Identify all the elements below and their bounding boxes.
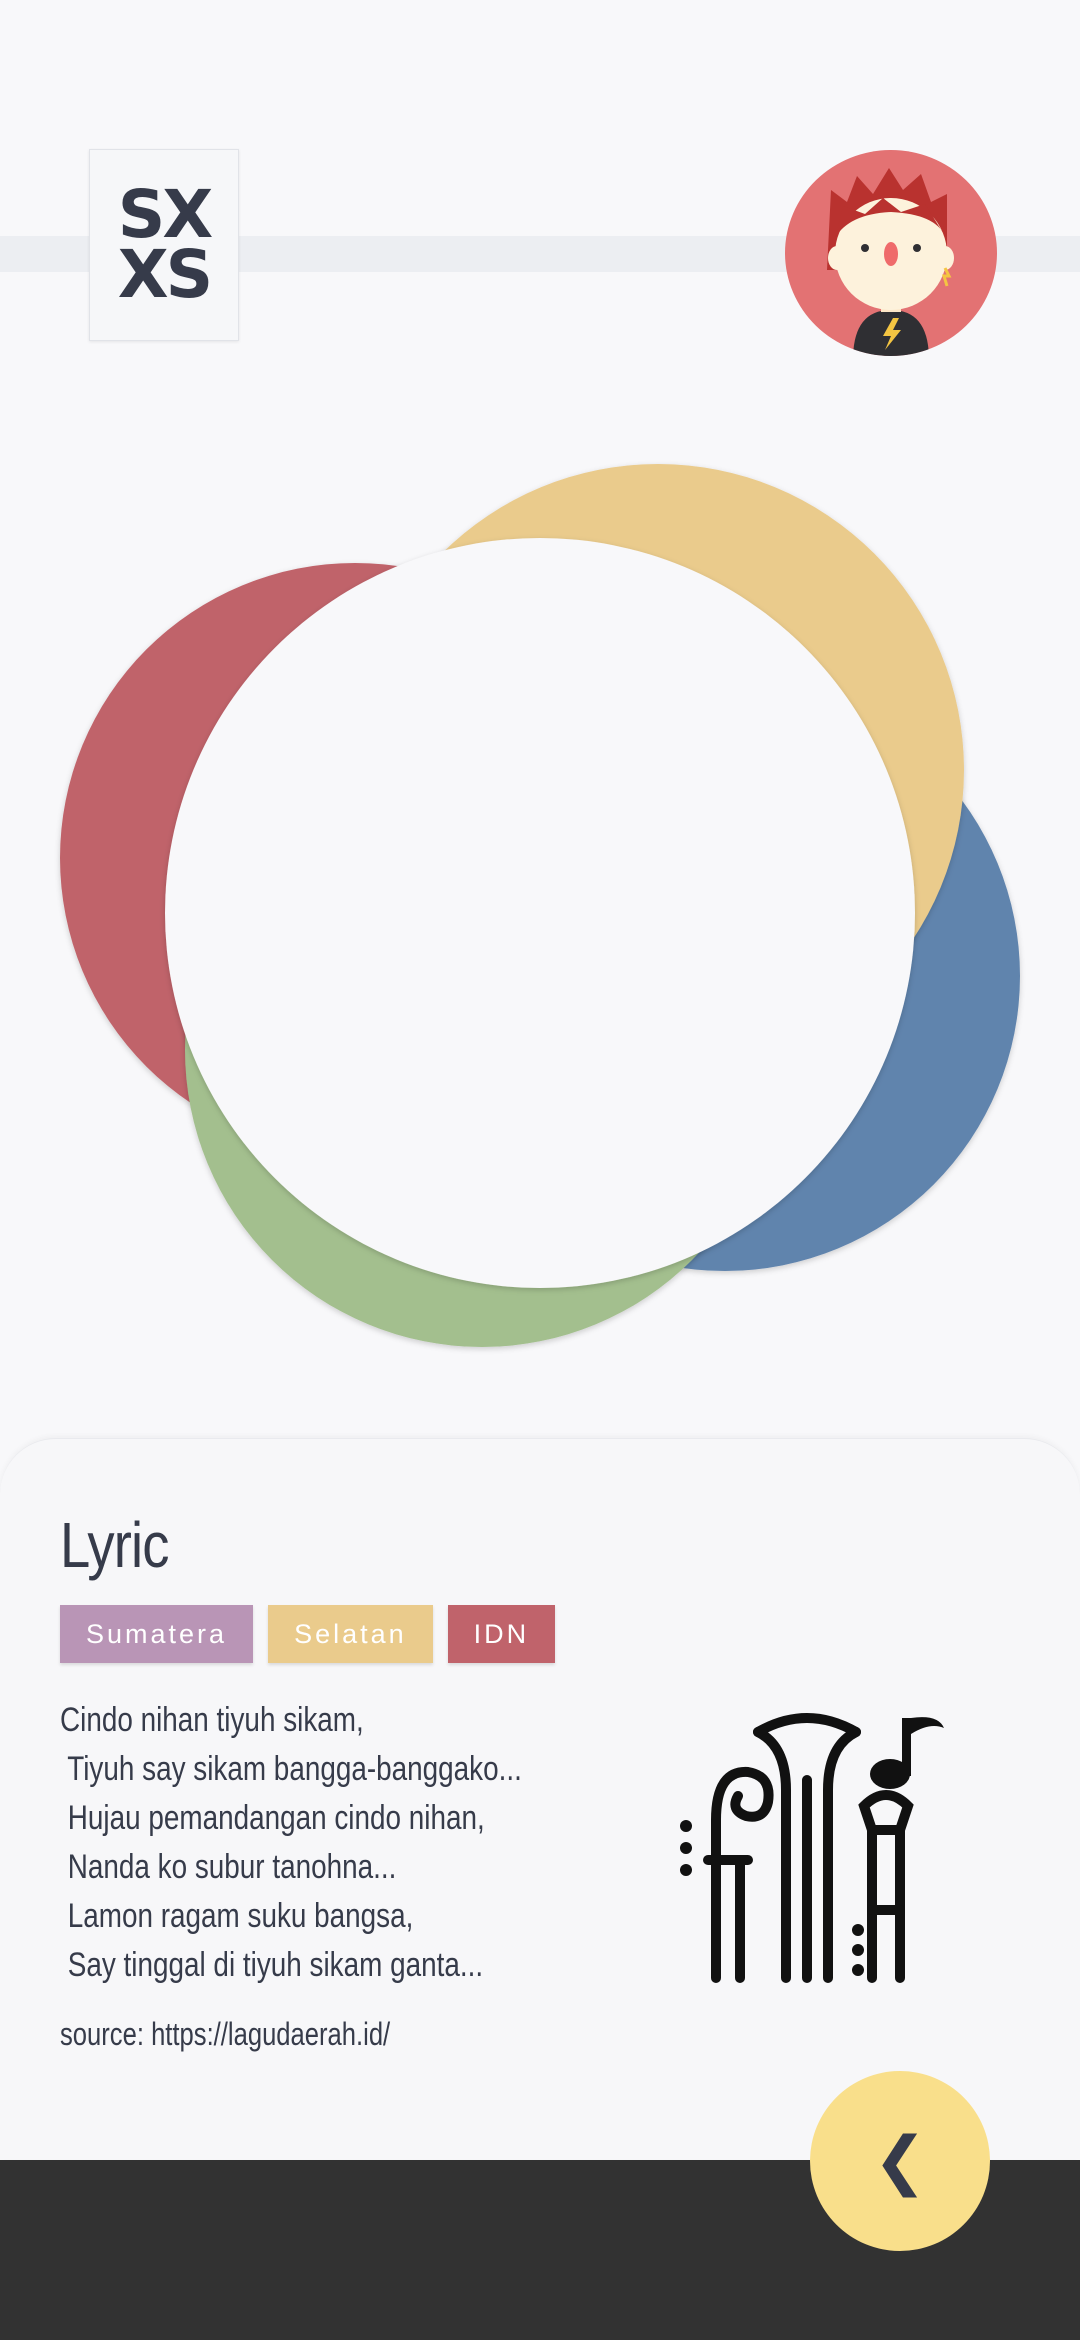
tag-selatan[interactable]: Selatan <box>268 1605 433 1663</box>
lyric-title: Lyric <box>60 1509 169 1581</box>
music-instruments-icon <box>680 1713 944 1983</box>
lyrics-text: Cindo nihan tiyuh sikam, Tiyuh say sikam… <box>60 1696 620 1990</box>
avatar[interactable] <box>785 150 997 356</box>
center-circle <box>165 538 915 1288</box>
lyric-line: Say tinggal di tiyuh sikam ganta... <box>60 1946 484 1984</box>
back-button[interactable]: ❮ <box>810 2071 990 2251</box>
tag-sumatera[interactable]: Sumatera <box>60 1605 254 1663</box>
lyric-line: Lamon ragam suku bangsa, <box>60 1897 414 1935</box>
tag-idn[interactable]: IDN <box>447 1605 556 1663</box>
lyric-line: Cindo nihan tiyuh sikam, <box>60 1701 364 1739</box>
app-logo[interactable]: SX XS <box>89 149 239 341</box>
lyric-line: Nanda ko subur tanohna... <box>60 1848 397 1886</box>
chevron-left-icon: ❮ <box>873 2124 927 2198</box>
lyric-line: Hujau pemandangan cindo nihan, <box>60 1799 485 1837</box>
hero-circles <box>60 464 1020 1347</box>
lyric-line: Tiyuh say sikam bangga-banggako... <box>60 1750 522 1788</box>
tag-list: Sumatera Selatan IDN <box>60 1605 556 1663</box>
source-text: source: https://lagudaerah.id/ <box>60 2016 391 2052</box>
avatar-boy-icon <box>785 150 997 356</box>
logo-line-2: XS <box>117 236 213 313</box>
